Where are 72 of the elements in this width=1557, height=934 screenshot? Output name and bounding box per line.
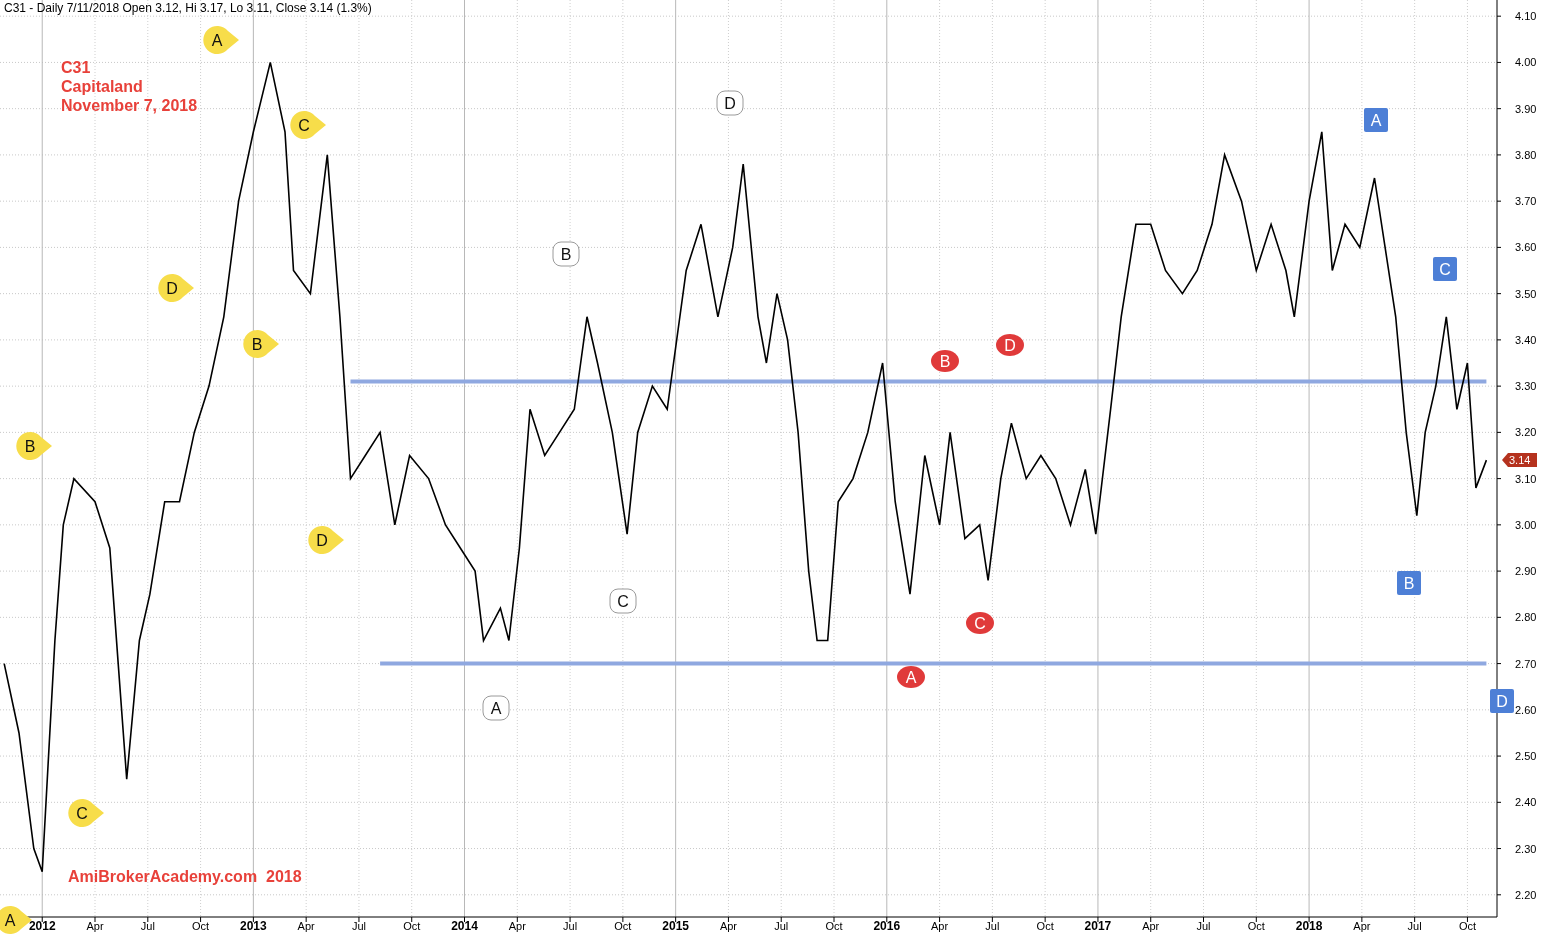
x-axis-label: Oct (1458, 920, 1476, 932)
x-axis-label: 2017 (1084, 919, 1112, 933)
y-axis-label: 3.40 (1515, 333, 1537, 346)
x-axis-label: Oct (1036, 920, 1054, 932)
x-axis-label: Oct (614, 920, 632, 932)
footer-note: AmiBrokerAcademy.com 2018 (68, 868, 302, 885)
letter-marker: C (1433, 257, 1457, 281)
x-axis-label: Jul (985, 920, 1000, 932)
chart-title: C31 - Daily 7/11/2018 Open 3.12, Hi 3.17, Lo 3.11, Close 3.14 (1.3%) (4, 1, 372, 15)
y-axis-label: 3.20 (1515, 426, 1537, 439)
letter-marker: D (716, 90, 744, 116)
x-axis-label: Jul (1407, 920, 1422, 932)
y-axis-label: 3.30 (1515, 380, 1537, 393)
x-axis-label: 2013 (240, 919, 267, 933)
letter-marker: B (552, 241, 580, 267)
y-axis-label: 2.20 (1515, 888, 1537, 901)
chart-note: C31 (61, 59, 91, 76)
y-axis-label: 2.80 (1515, 611, 1537, 624)
x-axis-label: Oct (1247, 920, 1265, 932)
x-axis-label: Oct (403, 920, 421, 932)
x-axis-label: 2014 (451, 919, 478, 933)
letter-marker: B (243, 330, 279, 358)
letter-marker: D (158, 274, 194, 302)
y-axis-label: 3.10 (1515, 472, 1537, 485)
y-axis-label: 2.50 (1515, 750, 1537, 763)
x-axis-label: Jul (563, 920, 578, 932)
y-axis-label: 3.60 (1515, 241, 1537, 254)
x-axis-label: 2016 (873, 919, 901, 933)
letter-marker: B (931, 350, 959, 372)
x-axis-label: Apr (1353, 920, 1371, 932)
x-axis-label: Oct (192, 920, 210, 932)
x-axis-label: Jul (1196, 920, 1211, 932)
x-axis-label: Apr (1142, 920, 1160, 932)
letter-marker: C (966, 612, 994, 634)
x-axis-label: Jul (774, 920, 789, 932)
letter-marker: C (68, 799, 104, 827)
letter-marker: A (1364, 108, 1388, 132)
y-axis-label: 4.10 (1515, 10, 1537, 23)
last-price-tag: 3.14 (1502, 453, 1537, 468)
x-axis-label: 2015 (662, 919, 689, 933)
x-axis-label: Apr (719, 920, 737, 932)
x-axis-label: Apr (86, 920, 104, 932)
x-axis-label: Jul (140, 920, 155, 932)
y-axis-label: 2.70 (1515, 657, 1537, 670)
y-axis-label: 3.90 (1515, 102, 1537, 115)
y-axis-label: 3.50 (1515, 287, 1537, 300)
y-axis-label: 3.00 (1515, 518, 1537, 531)
y-axis-label: 2.40 (1515, 796, 1537, 809)
chart-note: Capitaland (61, 78, 143, 95)
x-axis-label: Apr (931, 920, 949, 932)
x-axis-label: 2018 (1295, 919, 1323, 933)
letter-marker: D (996, 334, 1024, 356)
x-axis-label: Oct (825, 920, 843, 932)
x-axis-label: Apr (297, 920, 315, 932)
letter-marker: B (1397, 571, 1421, 595)
letter-marker: A (203, 26, 239, 54)
y-axis-label: 2.30 (1515, 842, 1537, 855)
y-axis-label: 3.70 (1515, 195, 1537, 208)
letter-marker: D (308, 526, 344, 554)
y-axis-label: 2.60 (1515, 703, 1537, 716)
letter-marker: B (16, 432, 52, 460)
y-axis-label: 4.00 (1515, 56, 1537, 69)
letter-marker: D (1490, 689, 1514, 713)
x-axis-label: Apr (508, 920, 526, 932)
chart-note: November 7, 2018 (61, 97, 198, 114)
y-axis-label: 2.90 (1515, 565, 1537, 578)
letter-marker: A (897, 666, 925, 688)
letter-marker: C (609, 588, 637, 614)
x-axis-label: Jul (351, 920, 366, 932)
letter-marker: A (482, 695, 510, 721)
y-axis-label: 3.80 (1515, 148, 1537, 161)
letter-marker: C (290, 111, 326, 139)
